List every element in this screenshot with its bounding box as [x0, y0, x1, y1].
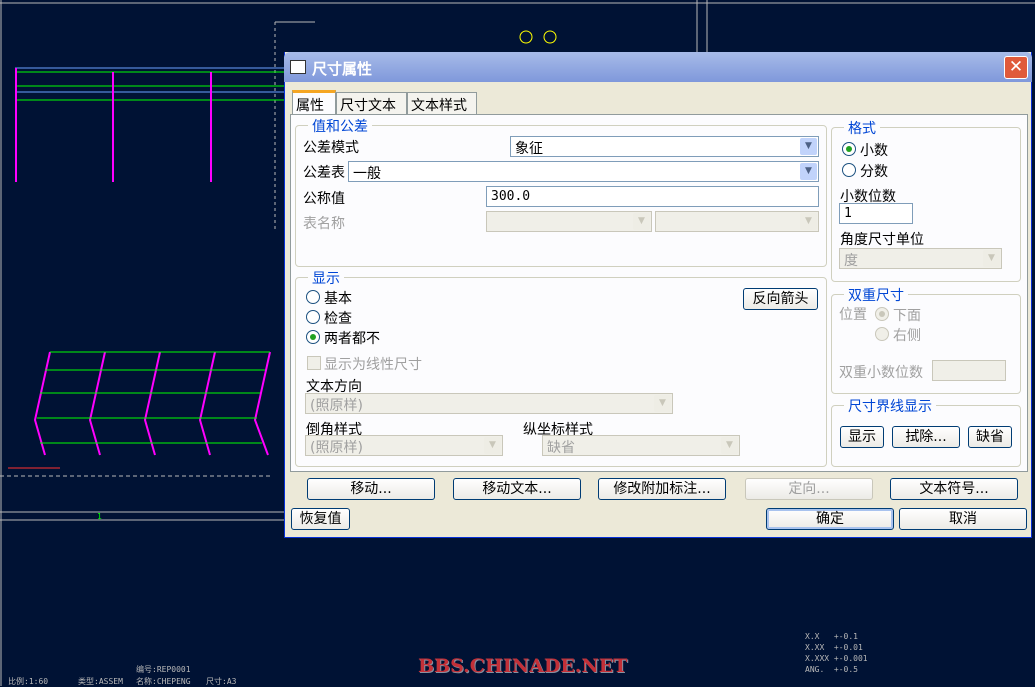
neither-radio[interactable]: [306, 330, 320, 344]
chevron-down-icon: ▼: [484, 437, 501, 454]
dual-below-radio[interactable]: [875, 307, 889, 321]
tab-text-style[interactable]: 文本样式: [407, 92, 477, 114]
witness-show-button[interactable]: 显示: [840, 426, 884, 448]
dimension-icon: [290, 60, 306, 74]
tol-table-label: 公差表: [303, 165, 345, 181]
tol-table-value: 一般: [353, 166, 381, 182]
show-linear-label: 显示为线性尺寸: [324, 357, 422, 373]
move-button[interactable]: 移动...: [307, 478, 435, 500]
flip-arrows-button[interactable]: 反向箭头: [743, 288, 818, 310]
chevron-down-icon: ▼: [721, 437, 738, 454]
cad-tolerance-1: X.X +-0.1: [805, 632, 858, 641]
ordinate-value: 缺省: [547, 440, 575, 456]
dialog-titlebar[interactable]: 尺寸属性 ✕: [284, 52, 1032, 82]
close-button[interactable]: ✕: [1004, 56, 1028, 79]
table-name-select-2[interactable]: ▼: [655, 211, 819, 232]
ordinate-select[interactable]: 缺省 ▼: [542, 435, 740, 456]
dual-decimals-input[interactable]: [932, 360, 1006, 381]
basic-label: 基本: [324, 291, 352, 307]
witness-default-button[interactable]: 缺省: [968, 426, 1012, 448]
text-orient-value: (照原样): [310, 398, 363, 414]
cad-scale: 比例:1:60: [8, 677, 49, 686]
tol-table-select[interactable]: 一般 ▼: [348, 161, 819, 182]
group-title: 值和公差: [308, 116, 372, 136]
ok-button[interactable]: 确定: [766, 508, 894, 530]
table-name-label: 表名称: [303, 216, 345, 232]
chevron-down-icon: ▼: [654, 395, 671, 412]
dual-decimals-label: 双重小数位数: [839, 365, 923, 381]
cad-tolerance-4: ANG. +-0.5: [805, 665, 858, 674]
cad-name: 名称:CHEPENG: [136, 677, 191, 686]
inspect-label: 检查: [324, 311, 352, 327]
neither-label: 两者都不: [324, 331, 380, 347]
text-symbol-button[interactable]: 文本符号...: [890, 478, 1018, 500]
group-title: 尺寸界线显示: [844, 396, 936, 416]
cad-tolerance-3: X.XXX +-0.001: [805, 654, 868, 663]
decimals-input[interactable]: 1: [839, 203, 913, 224]
basic-radio[interactable]: [306, 290, 320, 304]
fraction-radio[interactable]: [842, 163, 856, 177]
tol-mode-value: 象征: [515, 141, 543, 157]
dialog-title: 尺寸属性: [312, 60, 373, 78]
cad-type: 类型:ASSEM: [78, 677, 123, 686]
orient-button[interactable]: 定向...: [745, 478, 873, 500]
witness-erase-button[interactable]: 拭除...: [892, 426, 960, 448]
table-name-select[interactable]: ▼: [486, 211, 652, 232]
show-linear-checkbox[interactable]: [307, 356, 321, 370]
angle-unit-value: 度: [844, 253, 858, 269]
tol-mode-select[interactable]: 象征 ▼: [510, 136, 819, 157]
group-title: 格式: [844, 118, 880, 138]
fraction-label: 分数: [860, 164, 888, 180]
watermark: BBS.CHINADE.NET: [418, 655, 628, 677]
chevron-down-icon: ▼: [983, 250, 1000, 267]
chevron-down-icon: ▼: [633, 213, 650, 230]
cancel-button[interactable]: 取消: [899, 508, 1027, 530]
cad-dim-label: 1: [97, 512, 102, 521]
cad-number: 编号:REP0001: [136, 665, 191, 674]
decimal-label: 小数: [860, 143, 888, 159]
chevron-down-icon: ▼: [800, 213, 817, 230]
modify-attachment-button[interactable]: 修改附加标注...: [598, 478, 726, 500]
chamfer-select[interactable]: (照原样) ▼: [305, 435, 503, 456]
dual-position-label: 位置: [839, 307, 867, 323]
angle-unit-select[interactable]: 度 ▼: [839, 248, 1002, 269]
inspect-radio[interactable]: [306, 310, 320, 324]
cad-size: 尺寸:A3: [206, 677, 237, 686]
text-orient-select[interactable]: (照原样) ▼: [305, 393, 673, 414]
dual-right-label: 右侧: [893, 328, 921, 344]
dual-right-radio[interactable]: [875, 327, 889, 341]
tab-dimension-text[interactable]: 尺寸文本: [336, 92, 407, 114]
chevron-down-icon: ▼: [800, 138, 817, 155]
decimal-radio[interactable]: [842, 142, 856, 156]
tab-properties[interactable]: 属性: [292, 90, 336, 114]
move-text-button[interactable]: 移动文本...: [453, 478, 581, 500]
chamfer-value: (照原样): [310, 440, 363, 456]
nominal-label: 公称值: [303, 191, 345, 207]
tol-mode-label: 公差模式: [303, 140, 359, 156]
group-title: 双重尺寸: [844, 285, 908, 305]
restore-values-button[interactable]: 恢复值: [291, 508, 350, 530]
group-title: 显示: [308, 268, 344, 288]
dual-below-label: 下面: [893, 308, 921, 324]
angle-unit-label: 角度尺寸单位: [840, 232, 924, 248]
cad-tolerance-2: X.XX +-0.01: [805, 643, 863, 652]
chevron-down-icon: ▼: [800, 163, 817, 180]
nominal-value-input[interactable]: 300.0: [486, 186, 819, 207]
